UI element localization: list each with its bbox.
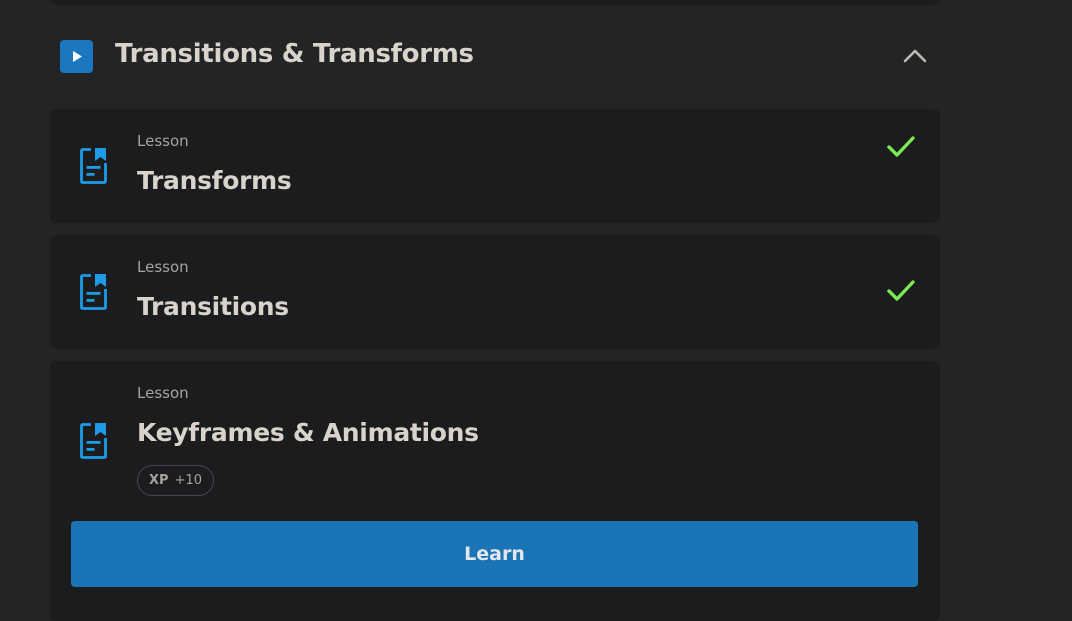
document-bookmark-icon (79, 422, 109, 460)
previous-section-card (50, 0, 940, 5)
lesson-type-label: Lesson (137, 384, 189, 402)
document-bookmark-icon (79, 147, 109, 185)
check-icon (886, 134, 916, 160)
section-header[interactable]: Transitions & Transforms (50, 32, 940, 82)
lesson-title: Transitions (137, 292, 289, 321)
lesson-card-transitions[interactable]: Lesson Transitions (50, 235, 940, 349)
xp-value: +10 (174, 473, 202, 488)
check-icon (886, 278, 916, 304)
lesson-card-keyframes-animations: Lesson Keyframes & Animations XP +10 Lea… (50, 361, 940, 621)
play-icon (60, 40, 93, 73)
xp-label: XP (149, 473, 169, 488)
lesson-card-transforms[interactable]: Lesson Transforms (50, 109, 940, 223)
lesson-type-label: Lesson (137, 258, 189, 276)
lesson-title: Keyframes & Animations (137, 418, 479, 447)
document-bookmark-icon (79, 273, 109, 311)
chevron-up-icon[interactable] (901, 44, 929, 68)
xp-badge: XP +10 (137, 465, 214, 496)
lesson-title: Transforms (137, 166, 292, 195)
section-title: Transitions & Transforms (115, 39, 474, 69)
learn-button[interactable]: Learn (71, 521, 918, 587)
lesson-type-label: Lesson (137, 132, 189, 150)
